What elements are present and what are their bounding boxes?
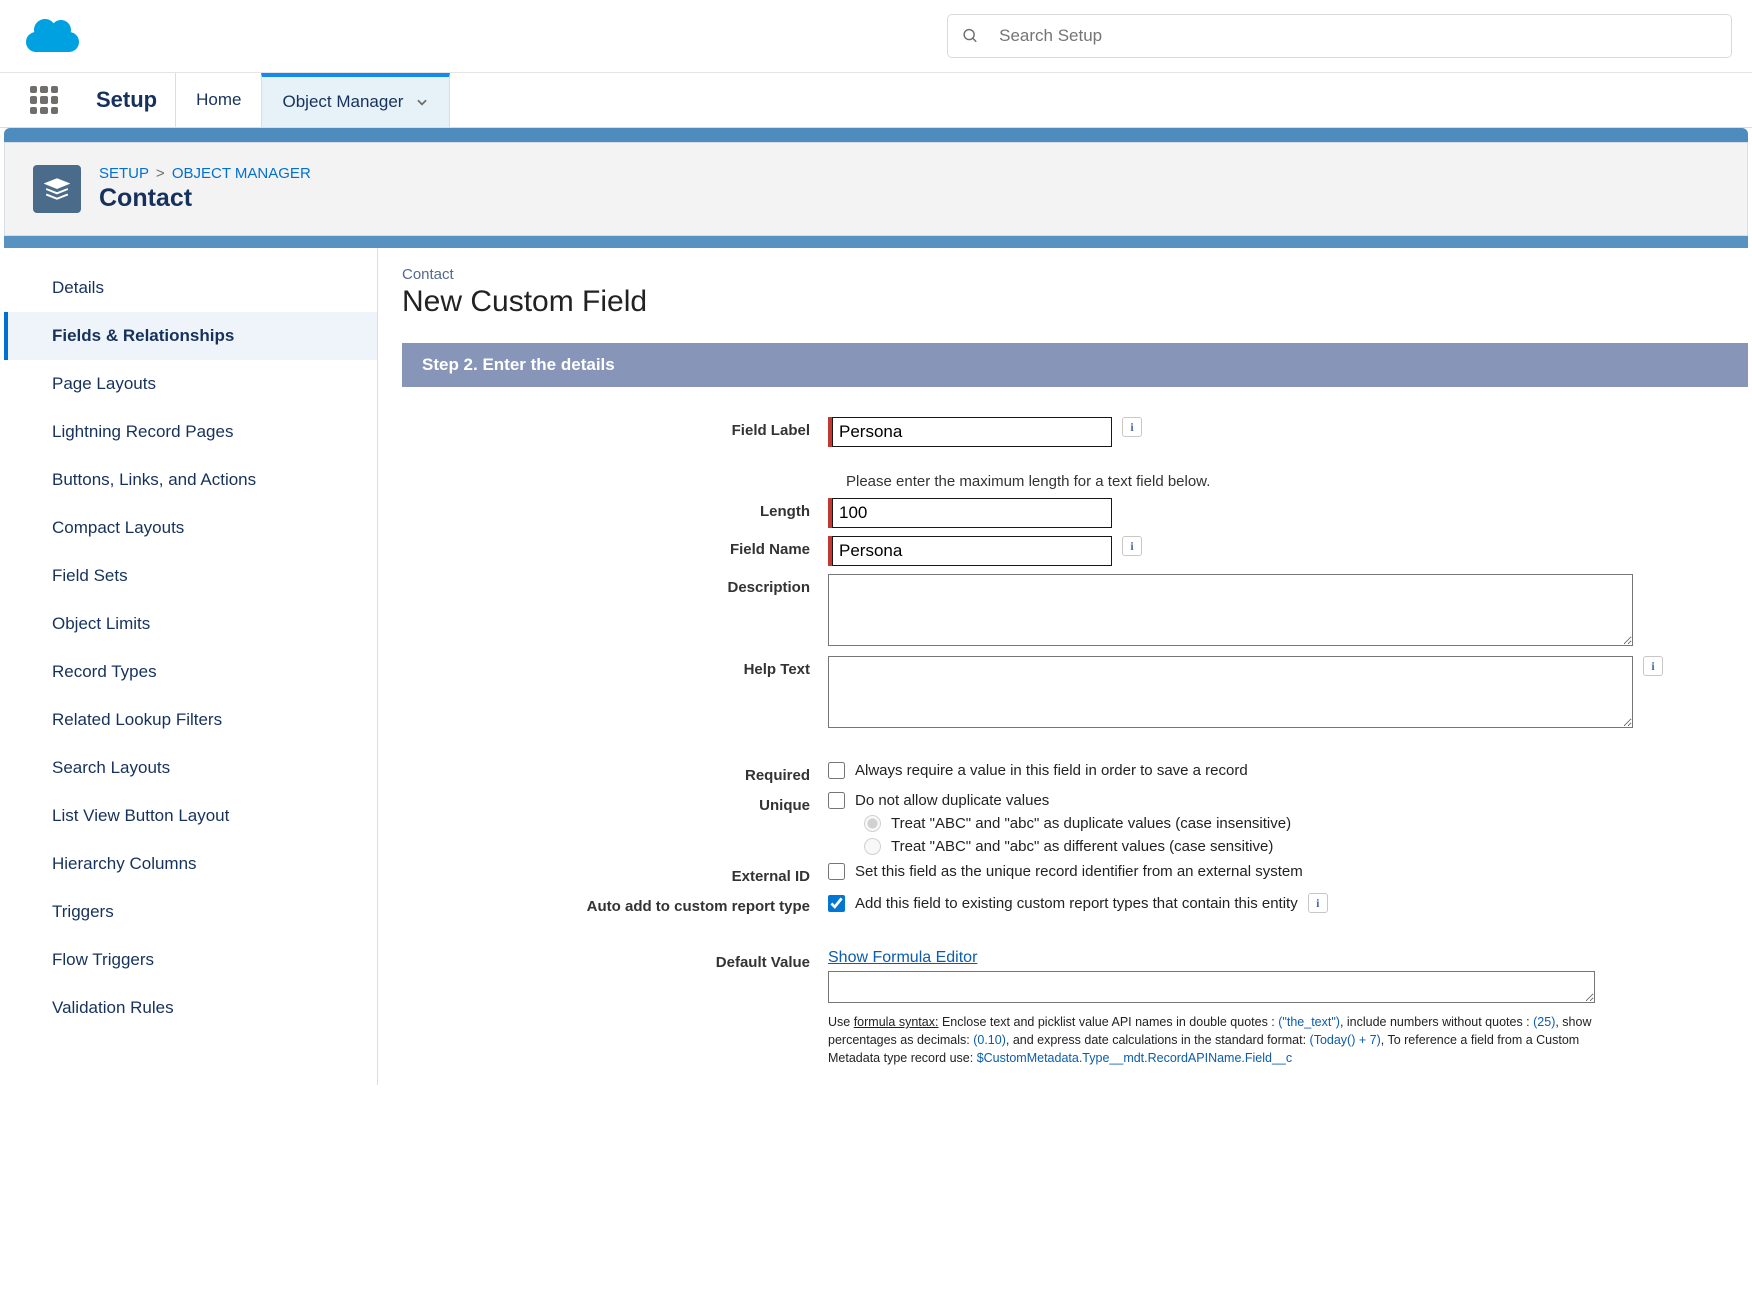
sidebar-item-compact-layouts[interactable]: Compact Layouts: [4, 504, 377, 552]
sidebar-item-object-limits[interactable]: Object Limits: [4, 600, 377, 648]
sidebar-item-list-view-button-layout[interactable]: List View Button Layout: [4, 792, 377, 840]
sidebar-item-buttons-links-actions[interactable]: Buttons, Links, and Actions: [4, 456, 377, 504]
search-icon: [962, 27, 979, 45]
radio-case-insensitive-label: Treat "ABC" and "abc" as duplicate value…: [891, 815, 1291, 832]
formula-syntax-help: Use formula syntax: Enclose text and pic…: [828, 1013, 1598, 1067]
sidebar-item-related-lookup-filters[interactable]: Related Lookup Filters: [4, 696, 377, 744]
sidebar-item-flow-triggers[interactable]: Flow Triggers: [4, 936, 377, 984]
global-search[interactable]: [947, 14, 1732, 58]
label-description: Description: [418, 574, 828, 596]
tab-object-manager-label: Object Manager: [282, 92, 403, 112]
sidebar-item-fields-relationships[interactable]: Fields & Relationships: [4, 312, 377, 360]
sidebar-item-validation-rules[interactable]: Validation Rules: [4, 984, 377, 1032]
radio-case-sensitive[interactable]: [864, 838, 881, 855]
global-header: [0, 0, 1752, 73]
checkbox-unique[interactable]: [828, 792, 845, 809]
label-auto-report: Auto add to custom report type: [418, 893, 828, 915]
content-title: New Custom Field: [402, 285, 1748, 319]
decorative-band-top: [4, 128, 1748, 142]
radio-case-sensitive-label: Treat "ABC" and "abc" as different value…: [891, 838, 1273, 855]
salesforce-logo: [20, 14, 85, 59]
checkbox-auto-report-label: Add this field to existing custom report…: [855, 895, 1298, 912]
label-field-name: Field Name: [418, 536, 828, 558]
tab-object-manager[interactable]: Object Manager: [261, 73, 450, 127]
info-icon[interactable]: i: [1308, 893, 1328, 913]
textarea-default-value[interactable]: [828, 971, 1595, 1003]
label-unique: Unique: [418, 792, 828, 814]
breadcrumb-setup[interactable]: SETUP: [99, 165, 149, 182]
search-input[interactable]: [999, 26, 1717, 46]
link-show-formula-editor[interactable]: Show Formula Editor: [828, 949, 977, 967]
sidebar-item-hierarchy-columns[interactable]: Hierarchy Columns: [4, 840, 377, 888]
decorative-band-bottom: [4, 236, 1748, 248]
nav-bar: Setup Home Object Manager: [0, 73, 1752, 128]
info-icon[interactable]: i: [1643, 656, 1663, 676]
info-icon[interactable]: i: [1122, 417, 1142, 437]
sidebar: Details Fields & Relationships Page Layo…: [4, 248, 378, 1085]
content-area: Contact New Custom Field Step 2. Enter t…: [378, 248, 1748, 1085]
checkbox-unique-label: Do not allow duplicate values: [855, 792, 1049, 809]
breadcrumb-object-manager[interactable]: OBJECT MANAGER: [172, 165, 311, 182]
app-launcher-icon[interactable]: [30, 86, 58, 114]
sidebar-item-field-sets[interactable]: Field Sets: [4, 552, 377, 600]
label-external-id: External ID: [418, 863, 828, 885]
sidebar-item-page-layouts[interactable]: Page Layouts: [4, 360, 377, 408]
tab-home[interactable]: Home: [176, 73, 261, 127]
app-name: Setup: [78, 73, 176, 127]
radio-case-insensitive[interactable]: [864, 815, 881, 832]
checkbox-external-id[interactable]: [828, 863, 845, 880]
input-length[interactable]: [832, 498, 1112, 528]
sidebar-item-record-types[interactable]: Record Types: [4, 648, 377, 696]
page-title: Contact: [99, 184, 311, 213]
sidebar-item-lightning-record-pages[interactable]: Lightning Record Pages: [4, 408, 377, 456]
info-icon[interactable]: i: [1122, 536, 1142, 556]
sidebar-item-triggers[interactable]: Triggers: [4, 888, 377, 936]
checkbox-auto-report[interactable]: [828, 895, 845, 912]
textarea-description[interactable]: [828, 574, 1633, 646]
step-header: Step 2. Enter the details: [402, 343, 1748, 387]
object-icon: [33, 165, 81, 213]
input-field-name[interactable]: [832, 536, 1112, 566]
checkbox-required[interactable]: [828, 762, 845, 779]
label-default-value: Default Value: [418, 949, 828, 971]
chevron-down-icon: [415, 95, 429, 109]
sidebar-item-details[interactable]: Details: [4, 264, 377, 312]
checkbox-external-id-label: Set this field as the unique record iden…: [855, 863, 1303, 880]
sidebar-item-search-layouts[interactable]: Search Layouts: [4, 744, 377, 792]
checkbox-required-label: Always require a value in this field in …: [855, 762, 1248, 779]
input-field-label[interactable]: [832, 417, 1112, 447]
label-required: Required: [418, 762, 828, 784]
label-length: Length: [418, 498, 828, 520]
page-header: SETUP > OBJECT MANAGER Contact: [4, 142, 1748, 236]
object-name: Contact: [402, 266, 1748, 283]
length-hint: Please enter the maximum length for a te…: [846, 473, 1732, 490]
label-help-text: Help Text: [418, 656, 828, 678]
breadcrumb: SETUP > OBJECT MANAGER: [99, 165, 311, 182]
label-field-label: Field Label: [418, 417, 828, 439]
textarea-help-text[interactable]: [828, 656, 1633, 728]
